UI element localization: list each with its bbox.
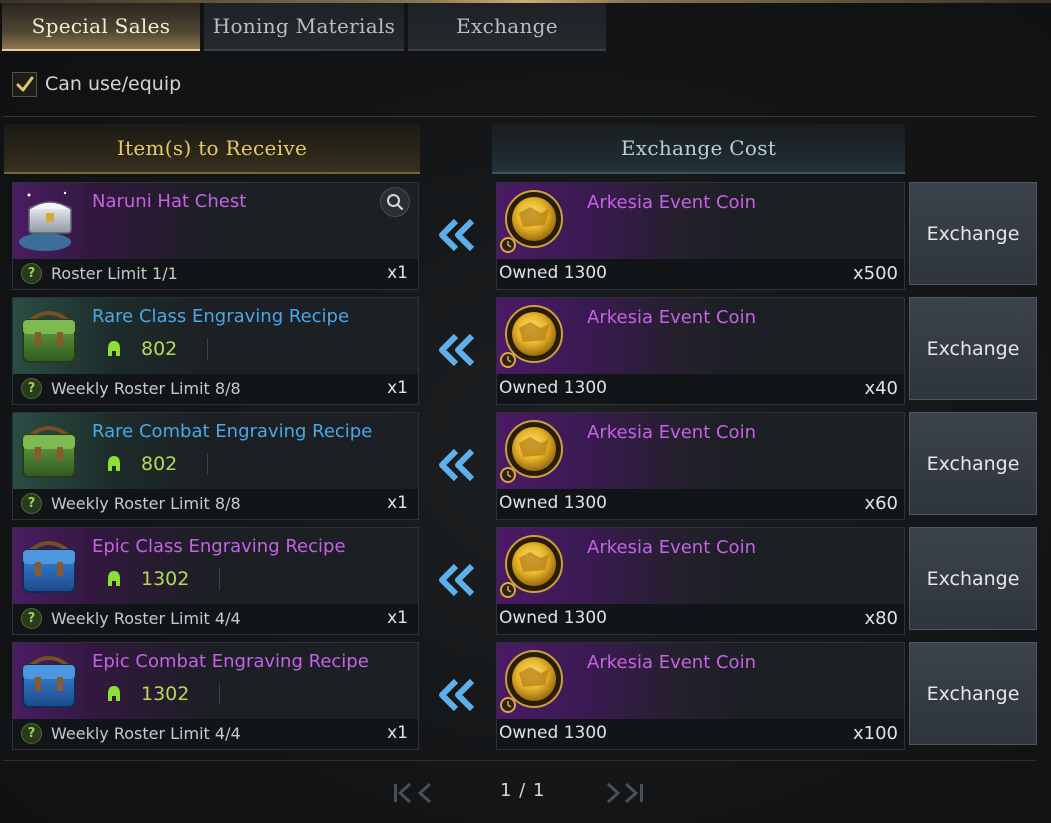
item-name: Epic Class Engraving Recipe bbox=[92, 536, 346, 557]
bottom-divider bbox=[3, 760, 1036, 761]
engraving-stat: 802 bbox=[105, 338, 209, 360]
exchange-row: Rare Class Engraving Recipe 802 ? Weekly… bbox=[0, 297, 1051, 405]
page-indicator: 1 / 1 bbox=[500, 780, 546, 801]
exchange-button[interactable]: Exchange bbox=[909, 412, 1037, 515]
cost-quantity: x100 bbox=[852, 723, 898, 744]
item-name: Naruni Hat Chest bbox=[92, 191, 247, 212]
help-icon[interactable]: ? bbox=[21, 378, 42, 399]
double-chevron-left-icon bbox=[439, 563, 475, 597]
engraving-value: 1302 bbox=[141, 568, 190, 590]
item-card[interactable]: Naruni Hat Chest ? Roster Limit 1/1 x1 bbox=[12, 182, 419, 290]
exchange-cost-header: Exchange Cost bbox=[492, 124, 905, 174]
helmet-icon bbox=[108, 341, 120, 356]
item-quantity: x1 bbox=[387, 263, 408, 283]
double-chevron-left-icon bbox=[439, 678, 475, 712]
event-coin-icon bbox=[497, 647, 569, 717]
owned-amount: Owned 1300 bbox=[499, 263, 607, 283]
item-card[interactable]: Epic Combat Engraving Recipe 1302 ? Week… bbox=[12, 642, 419, 750]
item-name: Rare Class Engraving Recipe bbox=[92, 306, 350, 327]
engraving-stat: 1302 bbox=[105, 683, 221, 705]
item-name: Rare Combat Engraving Recipe bbox=[92, 421, 373, 442]
exchange-button[interactable]: Exchange bbox=[909, 297, 1037, 400]
cost-quantity: x80 bbox=[864, 608, 898, 629]
exchange-button[interactable]: Exchange bbox=[909, 642, 1037, 745]
magnifier-icon[interactable] bbox=[380, 187, 410, 217]
event-coin-icon bbox=[497, 302, 569, 372]
item-quantity: x1 bbox=[387, 723, 408, 743]
cost-card: Arkesia Event Coin Owned 1300 x100 bbox=[496, 642, 905, 750]
chest-icon bbox=[15, 187, 83, 255]
exchange-button[interactable]: Exchange bbox=[909, 527, 1037, 630]
first-page-icon[interactable] bbox=[392, 781, 438, 805]
roster-limit-text: Weekly Roster Limit 4/4 bbox=[51, 609, 241, 628]
engraving-value: 802 bbox=[141, 453, 178, 475]
helmet-icon bbox=[108, 686, 120, 701]
green-bag-icon bbox=[15, 302, 83, 370]
item-name: Epic Combat Engraving Recipe bbox=[92, 651, 369, 672]
exchange-row: Rare Combat Engraving Recipe 802 ? Weekl… bbox=[0, 412, 1051, 520]
event-coin-icon bbox=[497, 187, 569, 257]
cost-item-name: Arkesia Event Coin bbox=[587, 537, 756, 558]
engraving-stat: 802 bbox=[105, 453, 209, 475]
section-divider bbox=[3, 116, 1036, 117]
blue-bag-icon bbox=[15, 532, 83, 600]
can-use-equip-label: Can use/equip bbox=[45, 73, 182, 95]
cost-card: Arkesia Event Coin Owned 1300 x40 bbox=[496, 297, 905, 405]
items-to-receive-header: Item(s) to Receive bbox=[4, 124, 420, 174]
double-chevron-left-icon bbox=[439, 333, 475, 367]
item-card[interactable]: Epic Class Engraving Recipe 1302 ? Weekl… bbox=[12, 527, 419, 635]
helmet-icon bbox=[108, 571, 120, 586]
double-chevron-left-icon bbox=[439, 448, 475, 482]
roster-limit-text: Roster Limit 1/1 bbox=[51, 264, 178, 283]
item-quantity: x1 bbox=[387, 378, 408, 398]
engraving-value: 802 bbox=[141, 338, 178, 360]
helmet-icon bbox=[108, 456, 120, 471]
item-card[interactable]: Rare Class Engraving Recipe 802 ? Weekly… bbox=[12, 297, 419, 405]
event-coin-icon bbox=[497, 532, 569, 602]
cost-item-name: Arkesia Event Coin bbox=[587, 422, 756, 443]
help-icon[interactable]: ? bbox=[21, 608, 42, 629]
roster-limit-text: Weekly Roster Limit 4/4 bbox=[51, 724, 241, 743]
checkmark-icon bbox=[16, 76, 33, 91]
engraving-value: 1302 bbox=[141, 683, 190, 705]
can-use-equip-checkbox[interactable] bbox=[12, 72, 37, 97]
last-page-icon[interactable] bbox=[602, 781, 648, 805]
exchange-button[interactable]: Exchange bbox=[909, 182, 1037, 285]
help-icon[interactable]: ? bbox=[21, 263, 42, 284]
help-icon[interactable]: ? bbox=[21, 493, 42, 514]
exchange-row: Naruni Hat Chest ? Roster Limit 1/1 x1 A… bbox=[0, 182, 1051, 290]
roster-limit-text: Weekly Roster Limit 8/8 bbox=[51, 494, 241, 513]
exchange-row: Epic Combat Engraving Recipe 1302 ? Week… bbox=[0, 642, 1051, 750]
owned-amount: Owned 1300 bbox=[499, 378, 607, 398]
item-card[interactable]: Rare Combat Engraving Recipe 802 ? Weekl… bbox=[12, 412, 419, 520]
roster-limit-text: Weekly Roster Limit 8/8 bbox=[51, 379, 241, 398]
owned-amount: Owned 1300 bbox=[499, 723, 607, 743]
help-icon[interactable]: ? bbox=[21, 723, 42, 744]
exchange-row: Epic Class Engraving Recipe 1302 ? Weekl… bbox=[0, 527, 1051, 635]
event-coin-icon bbox=[497, 417, 569, 487]
item-quantity: x1 bbox=[387, 493, 408, 513]
cost-quantity: x500 bbox=[852, 263, 898, 284]
double-chevron-left-icon bbox=[439, 218, 475, 252]
tab-honing-materials[interactable]: Honing Materials bbox=[204, 3, 404, 51]
cost-card: Arkesia Event Coin Owned 1300 x500 bbox=[496, 182, 905, 290]
cost-card: Arkesia Event Coin Owned 1300 x80 bbox=[496, 527, 905, 635]
cost-card: Arkesia Event Coin Owned 1300 x60 bbox=[496, 412, 905, 520]
blue-bag-icon bbox=[15, 647, 83, 715]
owned-amount: Owned 1300 bbox=[499, 493, 607, 513]
cost-item-name: Arkesia Event Coin bbox=[587, 192, 756, 213]
green-bag-icon bbox=[15, 417, 83, 485]
tab-special-sales[interactable]: Special Sales bbox=[2, 3, 200, 51]
tab-exchange[interactable]: Exchange bbox=[408, 3, 606, 51]
engraving-stat: 1302 bbox=[105, 568, 221, 590]
cost-quantity: x60 bbox=[864, 493, 898, 514]
cost-quantity: x40 bbox=[864, 378, 898, 399]
item-quantity: x1 bbox=[387, 608, 408, 628]
owned-amount: Owned 1300 bbox=[499, 608, 607, 628]
cost-item-name: Arkesia Event Coin bbox=[587, 307, 756, 328]
cost-item-name: Arkesia Event Coin bbox=[587, 652, 756, 673]
